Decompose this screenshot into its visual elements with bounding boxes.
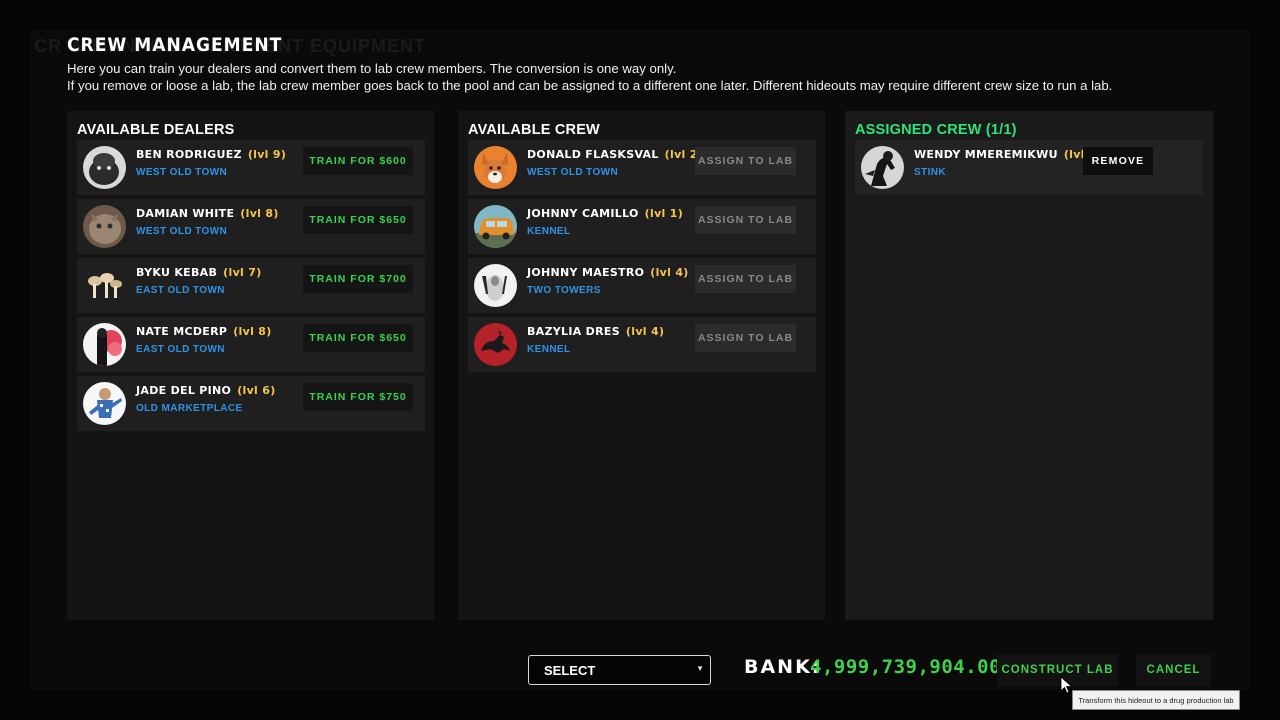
dealer-avatar: [83, 264, 126, 307]
crew-name: BAZYLIA DRES (lvl 4): [527, 325, 665, 338]
train-button[interactable]: TRAIN FOR $700: [303, 265, 413, 293]
description-line-1: Here you can train your dealers and conv…: [67, 61, 677, 76]
crew-row: JOHNNY MAESTRO (lvl 4) TWO TOWERS ASSIGN …: [468, 258, 816, 313]
dealer-avatar: [83, 146, 126, 189]
train-button[interactable]: TRAIN FOR $650: [303, 324, 413, 352]
panel-title: AVAILABLE DEALERS: [77, 122, 235, 138]
assign-to-lab-button[interactable]: ASSIGN TO LAB: [695, 324, 796, 352]
dealer-row: DAMIAN WHITE (lvl 8) WEST OLD TOWN TRAIN …: [77, 199, 425, 254]
dealer-name: BYKU KEBAB (lvl 7): [136, 266, 262, 279]
crew-location: KENNEL: [527, 344, 571, 355]
dealer-location: WEST OLD TOWN: [136, 167, 228, 178]
dealer-level: (lvl 9): [247, 148, 287, 161]
crew-avatar: [474, 205, 517, 248]
assign-to-lab-button[interactable]: ASSIGN TO LAB: [695, 147, 796, 175]
assigned-avatar: [861, 146, 904, 189]
assign-to-lab-button[interactable]: ASSIGN TO LAB: [695, 265, 796, 293]
remove-button[interactable]: REMOVE: [1083, 147, 1153, 175]
assigned-crew-panel: ASSIGNED CREW (1/1) WENDY MMEREMIKWU (lvl…: [845, 111, 1213, 620]
crew-row: DONALD FLASKSVAL (lvl 2) WEST OLD TOWN AS…: [468, 140, 816, 195]
dealer-name: DAMIAN WHITE (lvl 8): [136, 207, 279, 220]
chevron-down-icon: ▼: [696, 664, 704, 673]
dealer-location: OLD MARKETPLACE: [136, 403, 243, 414]
available-crew-panel: AVAILABLE CREW DONALD FLASKSVAL (lvl 2) W…: [458, 111, 825, 620]
dealer-location: EAST OLD TOWN: [136, 285, 225, 296]
dealer-row: BYKU KEBAB (lvl 7) EAST OLD TOWN TRAIN FO…: [77, 258, 425, 313]
dealer-row: NATE MCDERP (lvl 8) EAST OLD TOWN TRAIN F…: [77, 317, 425, 372]
crew-avatar: [474, 323, 517, 366]
dealer-row: JADE DEL PINO (lvl 6) OLD MARKETPLACE TRA…: [77, 376, 425, 431]
dealer-name: JADE DEL PINO (lvl 6): [136, 384, 276, 397]
cancel-button[interactable]: CANCEL: [1136, 654, 1211, 686]
crew-level: (lvl 4): [625, 325, 665, 338]
description-line-2: If you remove or loose a lab, the lab cr…: [67, 78, 1113, 93]
crew-location: WEST OLD TOWN: [527, 167, 619, 178]
dealer-location: WEST OLD TOWN: [136, 226, 228, 237]
train-button[interactable]: TRAIN FOR $650: [303, 206, 413, 234]
bank-value: 4,999,739,904.00: [810, 656, 1002, 678]
dealer-level: (lvl 8): [240, 207, 279, 220]
dealer-avatar: [83, 205, 126, 248]
assigned-location: STINK: [914, 167, 946, 178]
construct-lab-button[interactable]: CONSTRUCT LAB: [997, 654, 1118, 686]
dealer-avatar: [83, 323, 126, 366]
page-description: Here you can train your dealers and conv…: [67, 60, 1112, 94]
crew-location: KENNEL: [527, 226, 571, 237]
crew-avatar: [474, 264, 517, 307]
crew-row: BAZYLIA DRES (lvl 4) KENNEL ASSIGN TO LAB: [468, 317, 816, 372]
crew-name: DONALD FLASKSVAL (lvl 2): [527, 148, 704, 161]
page-title: CREW MANAGEMENT: [67, 34, 283, 56]
dealer-name: NATE MCDERP (lvl 8): [136, 325, 272, 338]
assigned-row: WENDY MMEREMIKWU(lvl 1) STINK REMOVE: [855, 140, 1203, 195]
dealer-row: BEN RODRIGUEZ (lvl 9) WEST OLD TOWN TRAIN…: [77, 140, 425, 195]
crew-row: JOHNNY CAMILLO (lvl 1) KENNEL ASSIGN TO L…: [468, 199, 816, 254]
dealer-location: EAST OLD TOWN: [136, 344, 225, 355]
train-button[interactable]: TRAIN FOR $750: [303, 383, 413, 411]
available-dealers-panel: AVAILABLE DEALERS BEN RODRIGUEZ (lvl 9) W…: [67, 111, 434, 620]
crew-level: (lvl 1): [644, 207, 684, 220]
select-value: SELECT: [544, 663, 596, 678]
crew-name: JOHNNY MAESTRO (lvl 4): [527, 266, 689, 279]
panel-title: ASSIGNED CREW (1/1): [855, 122, 1017, 138]
crew-name: JOHNNY CAMILLO (lvl 1): [527, 207, 684, 220]
dealer-level: (lvl 8): [233, 325, 272, 338]
lab-select-dropdown[interactable]: SELECT ▼: [528, 655, 711, 685]
dealer-level: (lvl 6): [237, 384, 276, 397]
panel-title: AVAILABLE CREW: [468, 122, 600, 138]
crew-avatar: [474, 146, 517, 189]
dealer-level: (lvl 7): [223, 266, 262, 279]
assign-to-lab-button[interactable]: ASSIGN TO LAB: [695, 206, 796, 234]
train-button[interactable]: TRAIN FOR $600: [303, 147, 413, 175]
assigned-name: WENDY MMEREMIKWU(lvl 1): [914, 148, 1102, 161]
dealer-avatar: [83, 382, 126, 425]
construct-lab-tooltip: Transform this hideout to a drug product…: [1072, 690, 1240, 710]
crew-location: TWO TOWERS: [527, 285, 601, 296]
crew-level: (lvl 4): [650, 266, 689, 279]
dealer-name: BEN RODRIGUEZ (lvl 9): [136, 148, 287, 161]
